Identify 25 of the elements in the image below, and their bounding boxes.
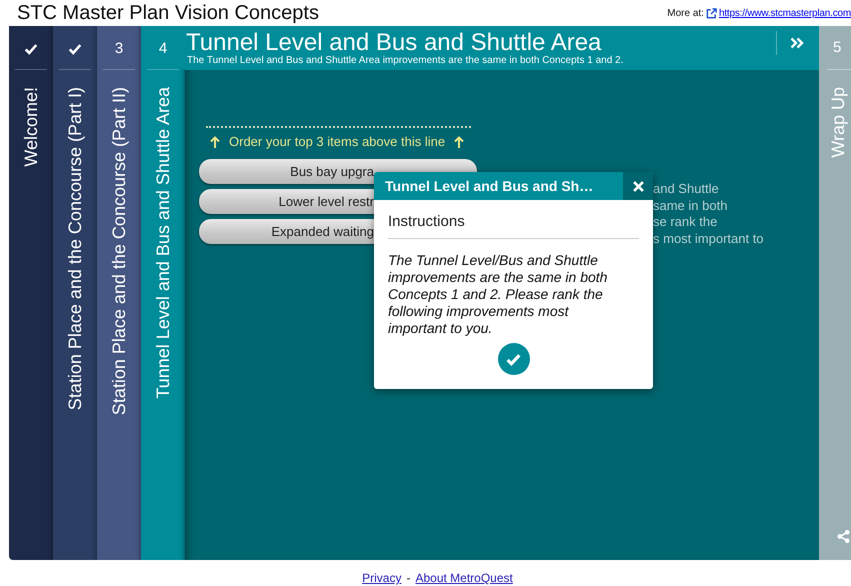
check-icon xyxy=(68,42,82,56)
section-title: Tunnel Level and Bus and Shuttle Area xyxy=(186,30,602,55)
dialog-heading: Instructions xyxy=(388,213,639,239)
close-button[interactable] xyxy=(623,172,653,200)
description-text: and Shuttle same in both se rank the s most important to xyxy=(653,181,764,247)
step-tab[interactable]: 3 xyxy=(97,26,141,69)
confirm-button[interactable] xyxy=(498,343,530,375)
up-arrow-icon xyxy=(454,136,464,148)
app-title: STC Master Plan Vision Concepts xyxy=(17,2,319,24)
link-separator: - xyxy=(406,571,410,585)
double-chevron-icon xyxy=(790,37,804,49)
step-label[interactable]: Station Place and the Concourse (Part II) xyxy=(108,87,130,416)
footer-link[interactable]: About MetroQuest xyxy=(415,571,513,585)
close-icon xyxy=(632,180,644,192)
up-arrow-icon xyxy=(210,136,220,148)
section-subtitle: The Tunnel Level and Bus and Shuttle Area improvements are the same in both Concepts 1 and 2. xyxy=(186,55,624,66)
instructions-text: The Tunnel Level/Bus and Shuttle improvements are the same in both Concepts 1 and 2. Please rank the following improvements most important to you. xyxy=(388,252,608,337)
external-link-icon xyxy=(706,8,717,18)
check-icon xyxy=(24,42,38,56)
step-label[interactable]: Tunnel Level and Bus and Shuttle Area xyxy=(152,87,174,399)
website-link[interactable]: https://www.stcmasterplan.com xyxy=(718,8,851,18)
step-label[interactable]: Welcome! xyxy=(20,87,42,167)
footer-link[interactable]: Privacy xyxy=(362,571,402,585)
ranking-hint: Order your top 3 items above this line xyxy=(229,134,446,149)
more-label: More at: xyxy=(667,8,704,18)
